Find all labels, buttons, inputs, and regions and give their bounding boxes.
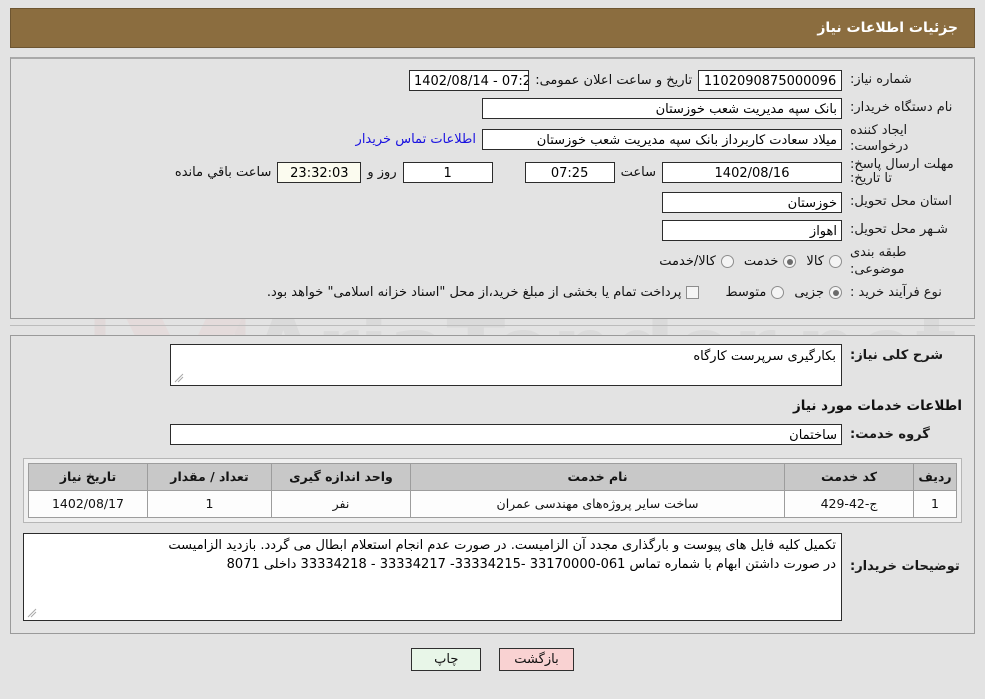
col-need-date: تاریخ نیاز xyxy=(28,462,148,491)
row-overall-description: شرح کلی نیاز: بکارگیری سرپرست کارگاه xyxy=(23,343,962,386)
cell-index: 1 xyxy=(913,489,957,518)
row-buyer-notes: توضیحات خریدار: تکمیل کلیه فایل های پیوس… xyxy=(23,532,962,621)
radio-goods-label: کالا xyxy=(806,254,824,270)
deadline-date-value: 1402/08/16 xyxy=(662,161,842,183)
cell-need-date: 1402/08/17 xyxy=(28,489,148,518)
remaining-time-countdown: 23:32:03 xyxy=(277,161,362,183)
row-delivery-province: استان محل تحویل: خوزستان xyxy=(23,189,962,215)
table-row: 1 ج-42-429 ساخت سایر پروژه‌های مهندسی عم… xyxy=(28,489,957,518)
back-button[interactable]: بازگشت xyxy=(499,647,574,671)
services-section-title: اطلاعات خدمات مورد نیاز xyxy=(792,397,962,414)
row-need-number: شماره نیاز: 1102090875000096 تاریخ و ساع… xyxy=(23,67,962,93)
radio-service-icon[interactable] xyxy=(783,255,797,269)
checkbox-treasury-payment[interactable]: پرداخت تمام یا بخشی از مبلغ خرید،از محل … xyxy=(267,285,700,300)
response-deadline-label: مهلت ارسال پاسخ: تا تاریخ: xyxy=(850,156,954,187)
radio-service-label: خدمت xyxy=(743,254,779,270)
cell-quantity: 1 xyxy=(147,489,272,518)
radio-option-medium[interactable]: متوسط xyxy=(725,285,785,301)
page-root: جزئیات اطلاعات نیاز شماره نیاز: 11020908… xyxy=(0,8,985,683)
buyer-notes-textarea[interactable]: تکمیل کلیه فایل های پیوست و بارگذاری مجد… xyxy=(23,532,842,621)
row-delivery-city: شـهر محل تحویل: اهواز xyxy=(23,217,962,243)
row-response-deadline: مهلت ارسال پاسخ: تا تاریخ: 1402/08/16 سا… xyxy=(23,156,962,188)
overall-description-value: بکارگیری سرپرست کارگاه xyxy=(693,348,836,364)
request-creator-value: میلاد سعادت کاربرداز بانک سپه مدیریت شعب… xyxy=(482,128,842,150)
radio-minor-icon[interactable] xyxy=(829,286,842,300)
delivery-city-value: اهواز xyxy=(662,219,842,241)
cell-name: ساخت سایر پروژه‌های مهندسی عمران xyxy=(410,489,785,518)
radio-goods-service-label: کالا/خدمت xyxy=(659,254,716,270)
row-subject-category: طبقه بندی موضوعی: کالا خدمت کالا/خدمت xyxy=(23,245,962,278)
deadline-hour-value: 07:25 xyxy=(524,161,615,183)
row-purchase-process: نوع فرآیند خرید : جزیی متوسط پرداخت تمام… xyxy=(23,280,962,306)
radio-option-goods-service[interactable]: کالا/خدمت xyxy=(659,254,734,269)
buyer-contact-link[interactable]: اطلاعات تماس خریدار xyxy=(350,132,482,147)
buyer-org-label: نام دستگاه خریدار: xyxy=(850,99,953,115)
page-title: جزئیات اطلاعات نیاز xyxy=(817,20,958,36)
treasury-payment-note: پرداخت تمام یا بخشی از مبلغ خرید،از محل … xyxy=(266,285,682,301)
need-number-label: شماره نیاز: xyxy=(850,71,912,87)
col-index: ردیف xyxy=(913,462,957,491)
delivery-province-label: استان محل تحویل: xyxy=(850,194,952,210)
services-table-wrapper: ردیف کد خدمت نام خدمت واحد اندازه گیری ت… xyxy=(23,457,962,523)
radio-medium-label: متوسط xyxy=(725,285,767,301)
col-quantity: تعداد / مقدار xyxy=(147,462,272,491)
remaining-time-label: ساعت باقي مانده xyxy=(174,164,272,180)
buyer-notes-line-1: تکمیل کلیه فایل های پیوست و بارگذاری مجد… xyxy=(168,537,836,553)
request-creator-label: ایجاد کننده درخواست: xyxy=(850,123,909,155)
radio-goods-icon[interactable] xyxy=(829,255,842,269)
row-buyer-org: نام دستگاه خریدار: بانک سپه مدیریت شعب خ… xyxy=(23,95,962,121)
resize-grip-icon[interactable] xyxy=(174,373,184,383)
service-group-value: ساختمان xyxy=(170,424,842,446)
services-table: ردیف کد خدمت نام خدمت واحد اندازه گیری ت… xyxy=(28,462,957,518)
subject-category-label: طبقه بندی موضوعی: xyxy=(850,245,907,277)
need-summary-panel: شماره نیاز: 1102090875000096 تاریخ و ساع… xyxy=(10,57,975,319)
col-code: کد خدمت xyxy=(784,462,914,491)
treasury-payment-checkbox-icon[interactable] xyxy=(686,286,700,300)
print-button[interactable]: چاپ xyxy=(411,647,482,671)
row-request-creator: ایجاد کننده درخواست: میلاد سعادت کاربردا… xyxy=(23,123,962,156)
radio-minor-label: جزیی xyxy=(794,285,824,301)
panel-divider xyxy=(10,324,975,326)
remaining-days-label: روز و xyxy=(367,164,397,180)
radio-medium-icon[interactable] xyxy=(771,286,785,300)
page-title-bar: جزئیات اطلاعات نیاز xyxy=(10,8,975,48)
need-number-value: 1102090875000096 xyxy=(698,69,842,91)
resize-grip-icon[interactable] xyxy=(27,608,37,618)
remaining-days-value: 1 xyxy=(402,161,493,183)
buyer-notes-line-2: در صورت داشتن ابهام با شماره تماس 061-33… xyxy=(226,556,836,572)
col-unit: واحد اندازه گیری xyxy=(271,462,411,491)
cell-unit: نفر xyxy=(271,489,411,518)
overall-description-textarea[interactable]: بکارگیری سرپرست کارگاه xyxy=(170,343,842,386)
row-service-group: گروه خدمت: ساختمان xyxy=(23,422,962,448)
cell-code: ج-42-429 xyxy=(784,489,914,518)
purchase-process-label: نوع فرآیند خرید : xyxy=(850,284,942,300)
publish-datetime-value: 1402/08/14 - 07:22 xyxy=(408,69,530,91)
table-header-row: ردیف کد خدمت نام خدمت واحد اندازه گیری ت… xyxy=(28,462,957,491)
radio-option-minor[interactable]: جزیی xyxy=(794,285,842,300)
publish-datetime-label: تاریخ و ساعت اعلان عمومی: xyxy=(535,72,693,88)
deadline-hour-label: ساعت xyxy=(620,164,656,180)
overall-description-label: شرح کلی نیاز: xyxy=(850,347,944,363)
col-name: نام خدمت xyxy=(410,462,785,491)
buyer-org-value: بانک سپه مدیریت شعب خوزستان xyxy=(482,97,842,119)
action-button-bar: بازگشت چاپ xyxy=(0,647,985,683)
delivery-city-label: شـهر محل تحویل: xyxy=(850,222,948,238)
delivery-province-value: خوزستان xyxy=(662,191,842,213)
buyer-notes-label: توضیحات خریدار: xyxy=(850,558,960,574)
radio-option-goods[interactable]: کالا xyxy=(806,254,842,269)
service-group-label: گروه خدمت: xyxy=(850,426,930,442)
need-details-panel: شرح کلی نیاز: بکارگیری سرپرست کارگاه اطل… xyxy=(10,334,975,634)
radio-option-service[interactable]: خدمت xyxy=(744,254,797,269)
radio-goods-service-icon[interactable] xyxy=(720,255,734,269)
